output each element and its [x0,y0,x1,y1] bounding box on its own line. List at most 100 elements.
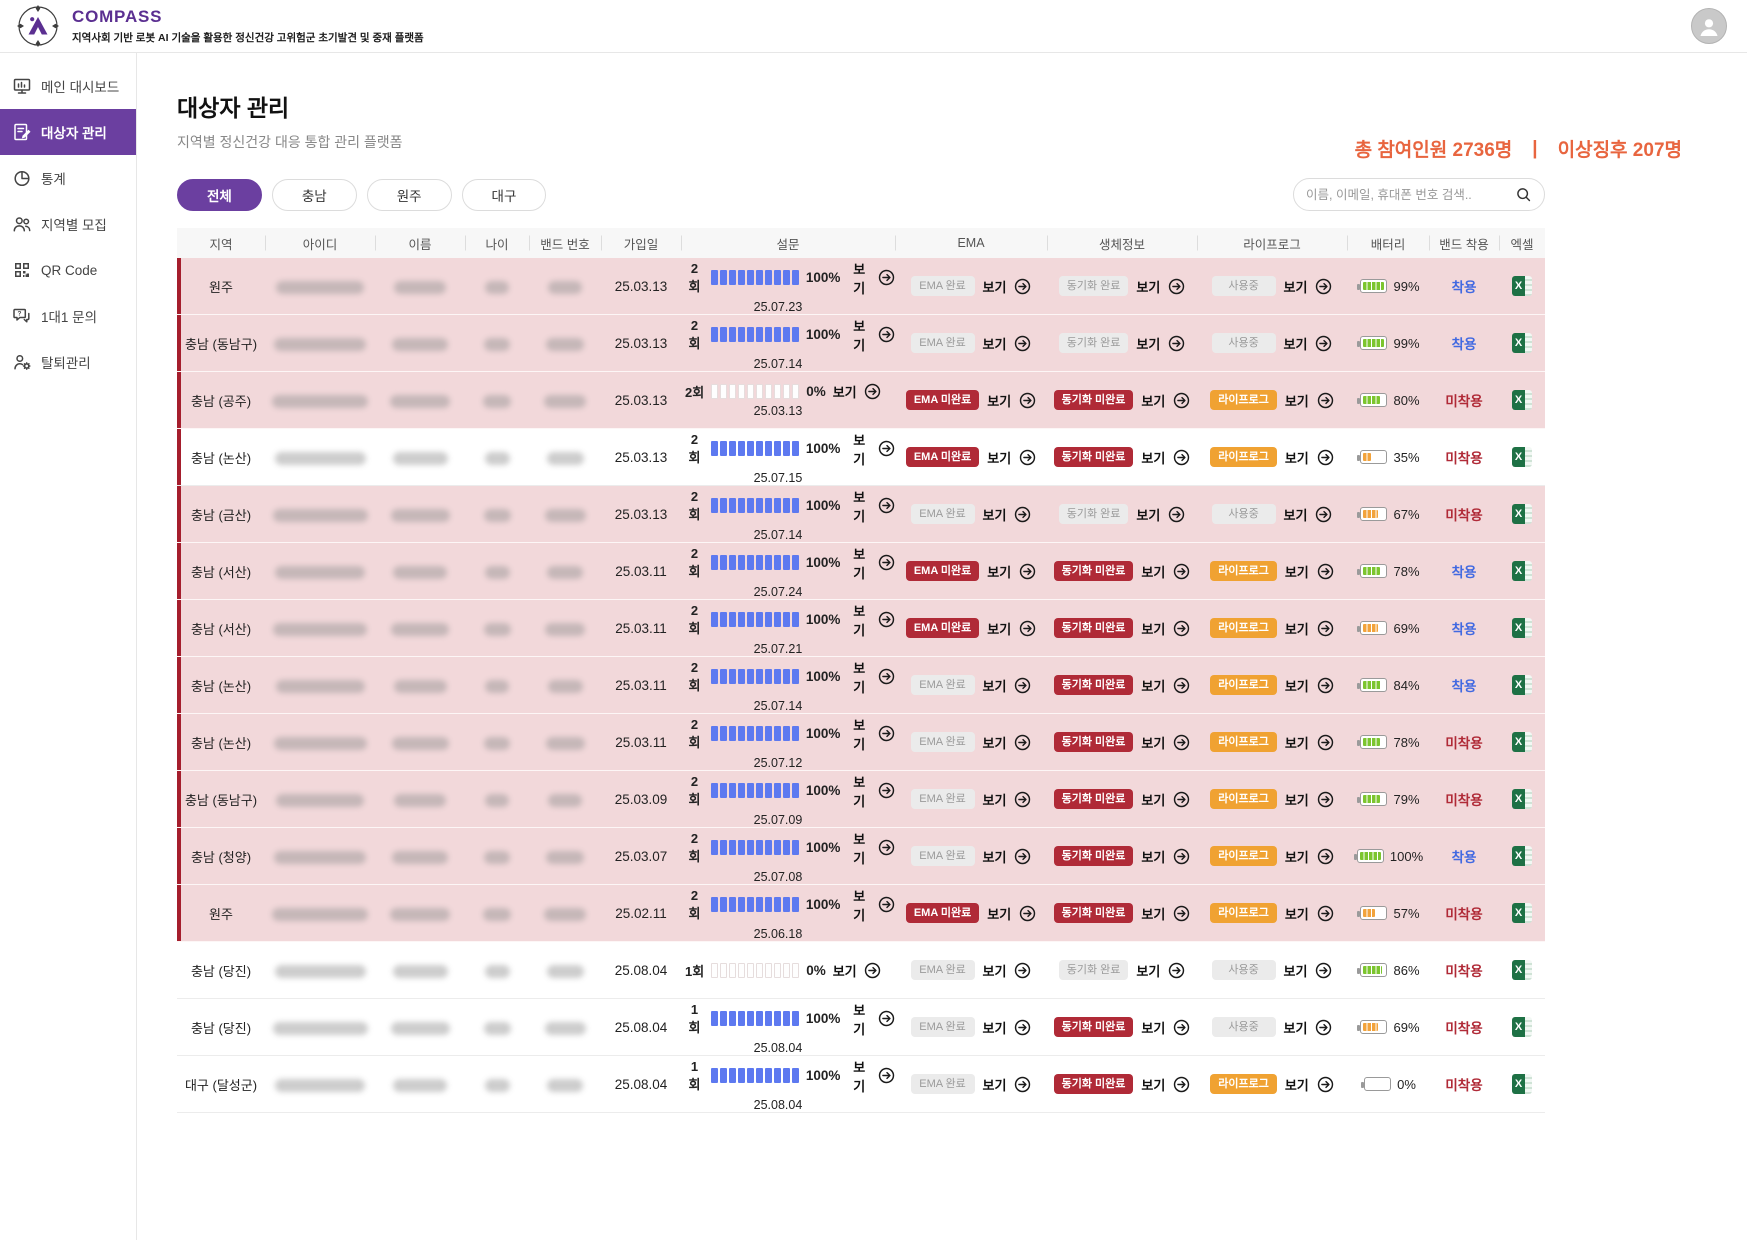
arrow-circle-icon[interactable] [864,962,881,979]
bio-view-button[interactable]: 보기 [1141,847,1165,866]
excel-download-icon[interactable]: X [1512,1017,1532,1037]
arrow-circle-icon[interactable] [1173,449,1190,466]
lifelog-view-button[interactable]: 보기 [1285,1075,1309,1094]
excel-download-icon[interactable]: X [1512,333,1532,353]
bio-view-button[interactable]: 보기 [1141,904,1165,923]
arrow-circle-icon[interactable] [1317,563,1334,580]
arrow-circle-icon[interactable] [1317,392,1334,409]
lifelog-view-button[interactable]: 보기 [1285,733,1309,752]
arrow-circle-icon[interactable] [1019,905,1036,922]
bio-view-button[interactable]: 보기 [1136,334,1160,353]
excel-download-icon[interactable]: X [1512,447,1532,467]
arrow-circle-icon[interactable] [1019,620,1036,637]
sidebar-item-qr-code[interactable]: QR Code [0,247,136,293]
ema-view-button[interactable]: 보기 [987,562,1011,581]
excel-download-icon[interactable]: X [1512,561,1532,581]
arrow-circle-icon[interactable] [1168,335,1185,352]
arrow-circle-icon[interactable] [864,383,881,400]
arrow-circle-icon[interactable] [1317,1076,1334,1093]
lifelog-view-button[interactable]: 보기 [1285,904,1309,923]
arrow-circle-icon[interactable] [1168,278,1185,295]
arrow-circle-icon[interactable] [1173,563,1190,580]
arrow-circle-icon[interactable] [1317,620,1334,637]
arrow-circle-icon[interactable] [1014,791,1031,808]
arrow-circle-icon[interactable] [1014,506,1031,523]
excel-download-icon[interactable]: X [1512,960,1532,980]
band-wear-status[interactable]: 미착용 [1445,1078,1482,1093]
arrow-circle-icon[interactable] [1014,734,1031,751]
lifelog-view-button[interactable]: 보기 [1285,448,1309,467]
band-wear-status[interactable]: 미착용 [1445,793,1482,808]
arrow-circle-icon[interactable] [878,1010,895,1027]
arrow-circle-icon[interactable] [1173,905,1190,922]
excel-download-icon[interactable]: X [1512,276,1532,296]
arrow-circle-icon[interactable] [1173,734,1190,751]
bio-view-button[interactable]: 보기 [1141,676,1165,695]
bio-view-button[interactable]: 보기 [1136,505,1160,524]
survey-view-button[interactable]: 보기 [847,829,871,867]
arrow-circle-icon[interactable] [1019,563,1036,580]
band-wear-status[interactable]: 착용 [1452,622,1477,637]
ema-view-button[interactable]: 보기 [983,733,1007,752]
arrow-circle-icon[interactable] [1173,791,1190,808]
band-wear-status[interactable]: 착용 [1452,337,1477,352]
bio-view-button[interactable]: 보기 [1141,562,1165,581]
band-wear-status[interactable]: 미착용 [1445,736,1482,751]
arrow-circle-icon[interactable] [878,326,895,343]
survey-view-button[interactable]: 보기 [847,715,871,753]
sidebar-item-monitor[interactable]: 메인 대시보드 [0,63,136,109]
ema-view-button[interactable]: 보기 [987,391,1011,410]
arrow-circle-icon[interactable] [1014,677,1031,694]
survey-view-button[interactable]: 보기 [833,382,857,401]
sidebar-item-pie-chart[interactable]: 통계 [0,155,136,201]
lifelog-view-button[interactable]: 보기 [1284,505,1308,524]
bio-view-button[interactable]: 보기 [1141,1018,1165,1037]
arrow-circle-icon[interactable] [878,440,895,457]
lifelog-view-button[interactable]: 보기 [1285,562,1309,581]
lifelog-view-button[interactable]: 보기 [1284,1018,1308,1037]
survey-view-button[interactable]: 보기 [847,772,871,810]
ema-view-button[interactable]: 보기 [983,676,1007,695]
band-wear-status[interactable]: 착용 [1452,565,1477,580]
filter-pill[interactable]: 원주 [367,179,452,211]
user-avatar[interactable] [1691,8,1727,44]
arrow-circle-icon[interactable] [1014,1076,1031,1093]
ema-view-button[interactable]: 보기 [987,619,1011,638]
survey-view-button[interactable]: 보기 [847,601,871,639]
arrow-circle-icon[interactable] [1014,848,1031,865]
survey-view-button[interactable]: 보기 [847,430,871,468]
arrow-circle-icon[interactable] [1315,962,1332,979]
excel-download-icon[interactable]: X [1512,675,1532,695]
arrow-circle-icon[interactable] [1317,449,1334,466]
arrow-circle-icon[interactable] [1315,1019,1332,1036]
survey-view-button[interactable]: 보기 [833,961,857,980]
band-wear-status[interactable]: 미착용 [1445,451,1482,466]
lifelog-view-button[interactable]: 보기 [1285,790,1309,809]
survey-view-button[interactable]: 보기 [847,487,871,525]
ema-view-button[interactable]: 보기 [983,1075,1007,1094]
arrow-circle-icon[interactable] [1315,506,1332,523]
arrow-circle-icon[interactable] [878,782,895,799]
arrow-circle-icon[interactable] [1173,1019,1190,1036]
band-wear-status[interactable]: 착용 [1452,280,1477,295]
excel-download-icon[interactable]: X [1512,732,1532,752]
excel-download-icon[interactable]: X [1512,1074,1532,1094]
lifelog-view-button[interactable]: 보기 [1285,619,1309,638]
lifelog-view-button[interactable]: 보기 [1285,676,1309,695]
band-wear-status[interactable]: 착용 [1452,679,1477,694]
ema-view-button[interactable]: 보기 [983,277,1007,296]
filter-pill[interactable]: 대구 [462,179,547,211]
survey-view-button[interactable]: 보기 [847,1057,871,1095]
excel-download-icon[interactable]: X [1512,390,1532,410]
ema-view-button[interactable]: 보기 [983,1018,1007,1037]
arrow-circle-icon[interactable] [1173,848,1190,865]
arrow-circle-icon[interactable] [1315,278,1332,295]
bio-view-button[interactable]: 보기 [1141,790,1165,809]
lifelog-view-button[interactable]: 보기 [1284,961,1308,980]
sidebar-item-edit-document[interactable]: 대상자 관리 [0,109,136,155]
band-wear-status[interactable]: 착용 [1452,850,1477,865]
ema-view-button[interactable]: 보기 [983,505,1007,524]
excel-download-icon[interactable]: X [1512,504,1532,524]
arrow-circle-icon[interactable] [1168,962,1185,979]
sidebar-item-people[interactable]: 지역별 모집 [0,201,136,247]
